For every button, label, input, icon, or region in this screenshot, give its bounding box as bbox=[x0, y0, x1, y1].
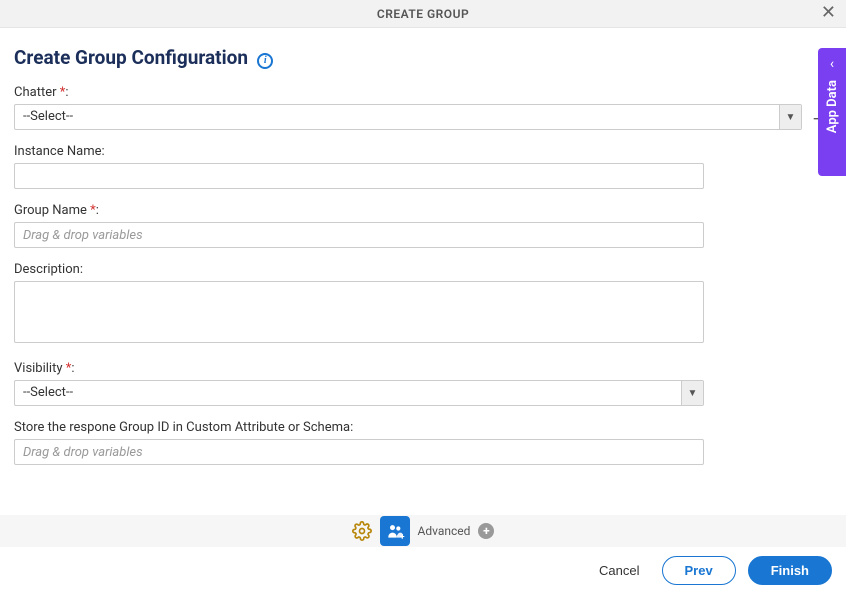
form: Chatter *: --Select-- ▼ ＋ Instance Name:… bbox=[14, 85, 832, 465]
instance-name-input[interactable] bbox=[14, 163, 704, 189]
store-group-id-label: Store the respone Group ID in Custom Att… bbox=[14, 420, 832, 435]
chevron-down-icon: ▼ bbox=[779, 105, 801, 129]
gear-icon[interactable] bbox=[352, 521, 372, 541]
close-icon[interactable]: ✕ bbox=[821, 4, 836, 22]
chevron-left-icon: ‹ bbox=[830, 56, 834, 72]
visibility-select-value: --Select-- bbox=[15, 381, 681, 405]
chatter-label: Chatter *: bbox=[14, 85, 832, 100]
bottom-toolbar: + Advanced + bbox=[0, 515, 846, 547]
description-field: Description: bbox=[14, 262, 832, 347]
description-input[interactable] bbox=[14, 281, 704, 343]
store-group-id-field: Store the respone Group ID in Custom Att… bbox=[14, 420, 832, 465]
cancel-button[interactable]: Cancel bbox=[589, 557, 649, 584]
chevron-down-icon: ▼ bbox=[681, 381, 703, 405]
store-group-id-input[interactable] bbox=[14, 439, 704, 465]
app-data-label: App Data bbox=[825, 80, 840, 133]
content-area: Create Group Configuration i Chatter *: … bbox=[0, 28, 846, 465]
group-name-input[interactable] bbox=[14, 222, 704, 248]
advanced-label: Advanced bbox=[418, 524, 471, 538]
instance-name-label: Instance Name: bbox=[14, 144, 832, 159]
finish-button[interactable]: Finish bbox=[748, 556, 832, 585]
dialog-header: CREATE GROUP ✕ bbox=[0, 0, 846, 28]
instance-name-field: Instance Name: bbox=[14, 144, 832, 189]
chatter-field: Chatter *: --Select-- ▼ ＋ bbox=[14, 85, 832, 130]
dialog-title: CREATE GROUP bbox=[377, 7, 469, 21]
visibility-select[interactable]: --Select-- ▼ bbox=[14, 380, 704, 406]
group-name-label: Group Name *: bbox=[14, 203, 832, 218]
chatter-row: --Select-- ▼ ＋ bbox=[14, 104, 832, 130]
svg-text:+: + bbox=[400, 532, 405, 541]
visibility-field: Visibility *: --Select-- ▼ bbox=[14, 361, 832, 406]
group-icon[interactable]: + bbox=[380, 516, 410, 546]
description-label: Description: bbox=[14, 262, 832, 277]
footer-actions: Cancel Prev Finish bbox=[0, 547, 846, 593]
page-title: Create Group Configuration bbox=[14, 46, 248, 69]
chatter-select-value: --Select-- bbox=[15, 105, 779, 129]
advanced-expand-button[interactable]: + bbox=[478, 523, 494, 539]
app-data-panel-toggle[interactable]: ‹ App Data bbox=[818, 48, 846, 176]
prev-button[interactable]: Prev bbox=[662, 556, 736, 585]
visibility-label: Visibility *: bbox=[14, 361, 832, 376]
info-icon[interactable]: i bbox=[257, 53, 273, 69]
chatter-select[interactable]: --Select-- ▼ bbox=[14, 104, 802, 130]
group-name-field: Group Name *: bbox=[14, 203, 832, 248]
